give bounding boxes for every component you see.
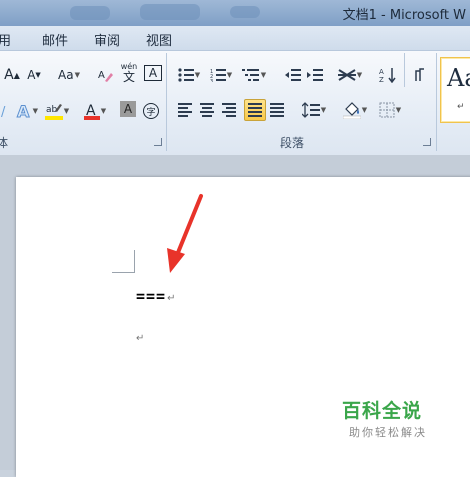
title-bar-glow [230,6,260,18]
enclose-characters-button[interactable]: 字 [142,101,160,121]
bullets-button[interactable]: ▼ [176,65,202,85]
text-effect-icon[interactable]: / [0,101,12,121]
tab-reference[interactable]: 用 [0,30,11,49]
group-divider [404,53,405,87]
group-divider [166,53,167,151]
paragraph-dialog-launcher-icon[interactable] [423,138,431,146]
align-left-button[interactable] [176,100,194,120]
font-dialog-launcher-icon[interactable] [154,138,162,146]
tab-mailings[interactable]: 邮件 [42,30,68,49]
group-divider [436,53,437,151]
ribbon-tabs: 用 邮件 审阅 视图 [0,26,470,50]
line-spacing-button[interactable]: ▼ [300,100,328,120]
text-border-button[interactable]: A [144,65,162,81]
chinese-layout-button[interactable]: ▼ [336,65,364,85]
shading-button[interactable]: ▼ [340,100,370,120]
window-title: 文档1 - Microsoft W [342,8,466,23]
sort-button[interactable]: AZ [378,65,398,85]
font-color-button[interactable]: A ▼ [82,101,108,121]
red-annotation-arrow [167,194,203,273]
increase-indent-button[interactable] [306,65,324,85]
style-normal-preview[interactable]: Aa ↵ [440,57,470,123]
paragraph-group-label: 段落 [280,136,305,150]
svg-text:A: A [17,103,30,119]
font-group-label: 体 [0,136,9,150]
ribbon: A ▲ A ▼ Aa ▼ A wén 文 A / A ▼ ab ▼ A ▼ A 字 [0,50,470,156]
title-bar-glow [70,6,110,20]
align-center-button[interactable] [198,100,216,120]
grow-font-button[interactable]: A ▲ [2,65,22,85]
style-preview-text: Aa [447,64,470,92]
show-marks-button[interactable] [410,65,430,85]
title-bar: 文档1 - Microsoft W [0,0,470,26]
svg-text:A: A [379,68,384,76]
tab-view[interactable]: 视图 [146,30,172,49]
highlight-color-button[interactable]: ab ▼ [44,101,70,121]
svg-text:3: 3 [210,79,213,82]
shrink-font-button[interactable]: A ▼ [24,65,44,85]
justify-button[interactable] [244,99,266,121]
document-area: ===↵ ↵ 百科全说 助你轻松解决 [0,155,470,477]
tab-review[interactable]: 审阅 [94,30,120,49]
align-right-button[interactable] [220,100,238,120]
borders-button[interactable]: ▼ [376,100,404,120]
change-case-button[interactable]: Aa ▼ [55,65,83,85]
svg-text:A: A [98,70,105,81]
svg-text:Z: Z [379,76,384,83]
character-shading-button[interactable]: A [120,101,136,117]
text-effects-button[interactable]: A ▼ [16,101,39,121]
distributed-button[interactable] [268,100,286,120]
title-bar-glow [140,4,200,20]
svg-text:/: / [1,105,6,118]
phonetic-guide-button[interactable]: wén 文 [120,63,138,84]
style-paragraph-mark: ↵ [457,102,465,112]
multilevel-list-button[interactable]: ▼ [240,65,268,85]
clear-format-icon[interactable]: A [96,65,114,85]
numbering-button[interactable]: 1 2 3 ▼ [208,65,234,85]
decrease-indent-button[interactable] [284,65,302,85]
